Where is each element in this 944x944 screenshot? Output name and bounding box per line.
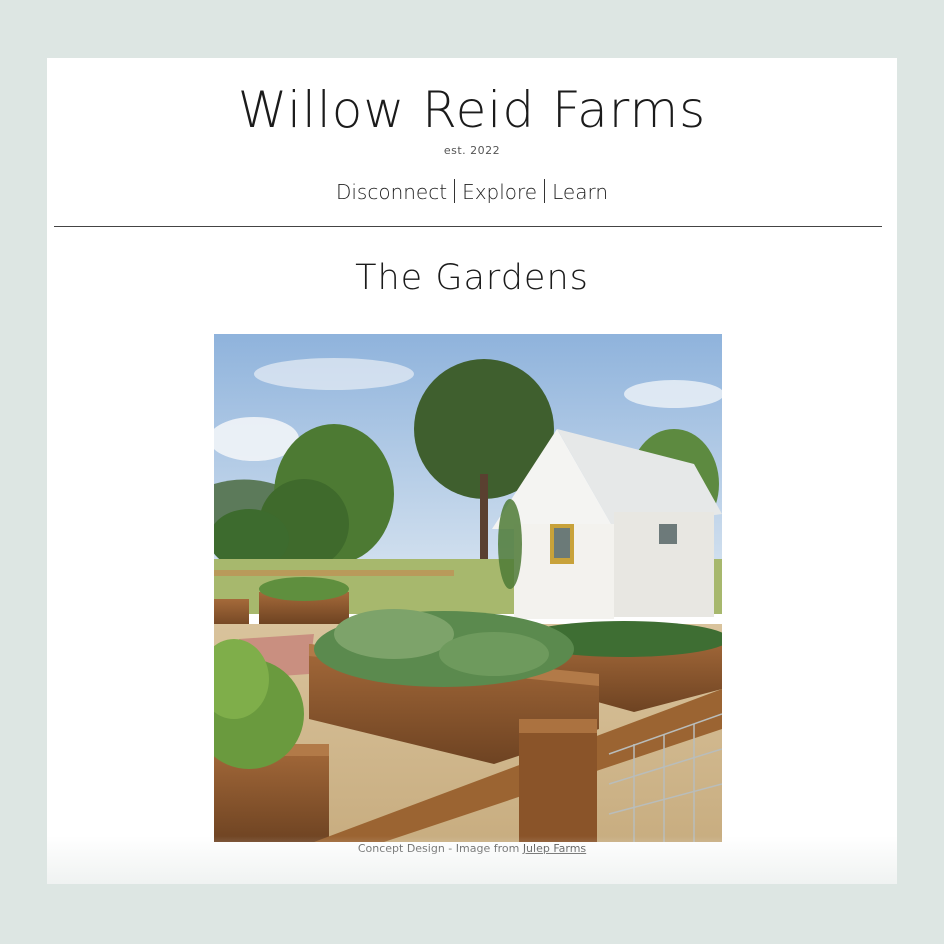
- main-nav: Disconnect Explore Learn: [47, 179, 897, 204]
- caption-source-link[interactable]: Julep Farms: [523, 842, 586, 855]
- nav-divider: [544, 179, 546, 203]
- caption-text: Concept Design - Image from: [357, 842, 523, 855]
- garden-photo: [214, 334, 722, 842]
- site-title[interactable]: Willow Reid Farms: [47, 78, 897, 142]
- page-card: Willow Reid Farms est. 2022 Disconnect Ex…: [47, 58, 897, 884]
- nav-link-disconnect[interactable]: Disconnect: [336, 180, 447, 204]
- image-caption: Concept Design - Image from Julep Farms: [47, 842, 897, 855]
- nav-divider: [454, 179, 456, 203]
- nav-link-explore[interactable]: Explore: [462, 180, 537, 204]
- page-title: The Gardens: [355, 258, 589, 298]
- established-tagline: est. 2022: [443, 144, 501, 157]
- header-divider: [54, 226, 882, 227]
- nav-link-learn[interactable]: Learn: [552, 180, 608, 204]
